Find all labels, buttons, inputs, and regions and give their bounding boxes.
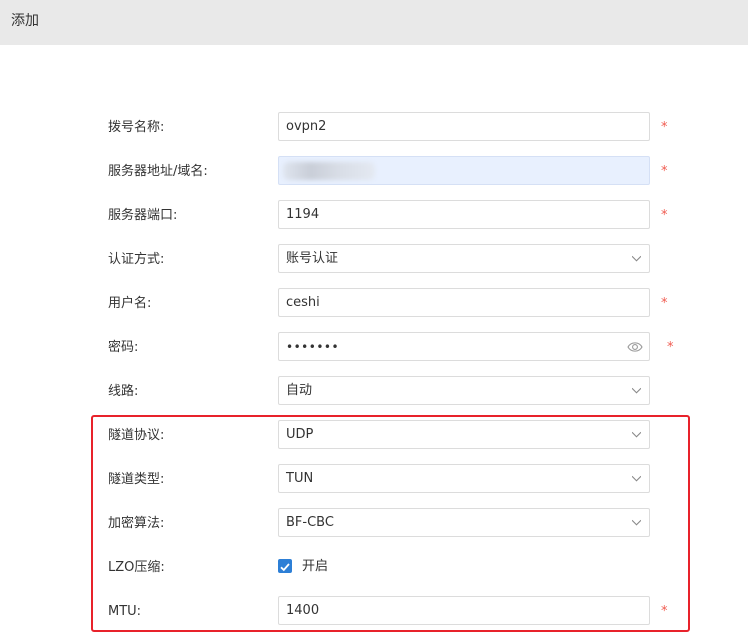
cipher-select[interactable]: BF-CBC <box>278 508 650 537</box>
mtu-value: 1400 <box>286 603 320 618</box>
row-tunnel-protocol: 隧道协议: UDP <box>0 420 748 452</box>
auth-method-label: 认证方式: <box>108 252 165 267</box>
row-dial-name: 拨号名称: ovpn2 * <box>0 112 748 144</box>
server-port-input[interactable]: 1194 <box>278 200 650 229</box>
username-input[interactable]: ceshi <box>278 288 650 317</box>
line-select[interactable]: 自动 <box>278 376 650 405</box>
required-mark: * <box>661 296 668 311</box>
cipher-label: 加密算法: <box>108 516 165 531</box>
line-label: 线路: <box>108 384 139 399</box>
chevron-down-icon <box>632 475 641 482</box>
mtu-label: MTU: <box>108 604 142 619</box>
required-mark: * <box>661 164 668 179</box>
cipher-value: BF-CBC <box>286 515 334 530</box>
username-value: ceshi <box>286 295 320 310</box>
required-mark: * <box>661 208 668 223</box>
lzo-option-label[interactable]: 开启 <box>302 558 328 576</box>
row-server-port: 服务器端口: 1194 * <box>0 200 748 232</box>
server-address-label: 服务器地址/域名: <box>108 164 208 179</box>
password-label: 密码: <box>108 340 139 355</box>
checkmark-icon <box>280 563 290 572</box>
required-mark: * <box>661 120 668 135</box>
tunnel-protocol-label: 隧道协议: <box>108 428 165 443</box>
redacted-value <box>283 162 375 180</box>
row-password: 密码: ••••••• * <box>0 332 748 364</box>
tunnel-protocol-value: UDP <box>286 427 314 442</box>
server-port-value: 1194 <box>286 207 320 222</box>
tunnel-protocol-select[interactable]: UDP <box>278 420 650 449</box>
row-username: 用户名: ceshi * <box>0 288 748 320</box>
tunnel-type-label: 隧道类型: <box>108 472 165 487</box>
auth-method-select[interactable]: 账号认证 <box>278 244 650 273</box>
row-auth-method: 认证方式: 账号认证 <box>0 244 748 276</box>
password-input[interactable]: ••••••• <box>278 332 650 361</box>
dialog-header: 添加 <box>0 0 748 45</box>
chevron-down-icon <box>632 255 641 262</box>
line-value: 自动 <box>286 383 313 398</box>
row-line: 线路: 自动 <box>0 376 748 408</box>
username-label: 用户名: <box>108 296 152 311</box>
server-port-label: 服务器端口: <box>108 208 178 223</box>
chevron-down-icon <box>632 431 641 438</box>
row-mtu: MTU: 1400 * <box>0 596 748 628</box>
lzo-checkbox[interactable] <box>278 559 292 573</box>
dial-name-value: ovpn2 <box>286 119 327 134</box>
required-mark: * <box>661 604 668 619</box>
row-lzo: LZO压缩: 开启 <box>0 552 748 584</box>
eye-icon[interactable] <box>627 340 643 354</box>
lzo-label: LZO压缩: <box>108 560 165 575</box>
chevron-down-icon <box>632 519 641 526</box>
dialog-title: 添加 <box>11 13 39 29</box>
chevron-down-icon <box>632 387 641 394</box>
auth-method-value: 账号认证 <box>286 251 339 266</box>
row-cipher: 加密算法: BF-CBC <box>0 508 748 540</box>
row-tunnel-type: 隧道类型: TUN <box>0 464 748 496</box>
required-mark: * <box>667 340 674 355</box>
tunnel-type-select[interactable]: TUN <box>278 464 650 493</box>
server-address-input[interactable] <box>278 156 650 185</box>
password-value: ••••••• <box>286 340 340 354</box>
tunnel-type-value: TUN <box>286 471 314 486</box>
dial-name-label: 拨号名称: <box>108 120 165 135</box>
dial-name-input[interactable]: ovpn2 <box>278 112 650 141</box>
row-server-address: 服务器地址/域名: * <box>0 156 748 188</box>
mtu-input[interactable]: 1400 <box>278 596 650 625</box>
